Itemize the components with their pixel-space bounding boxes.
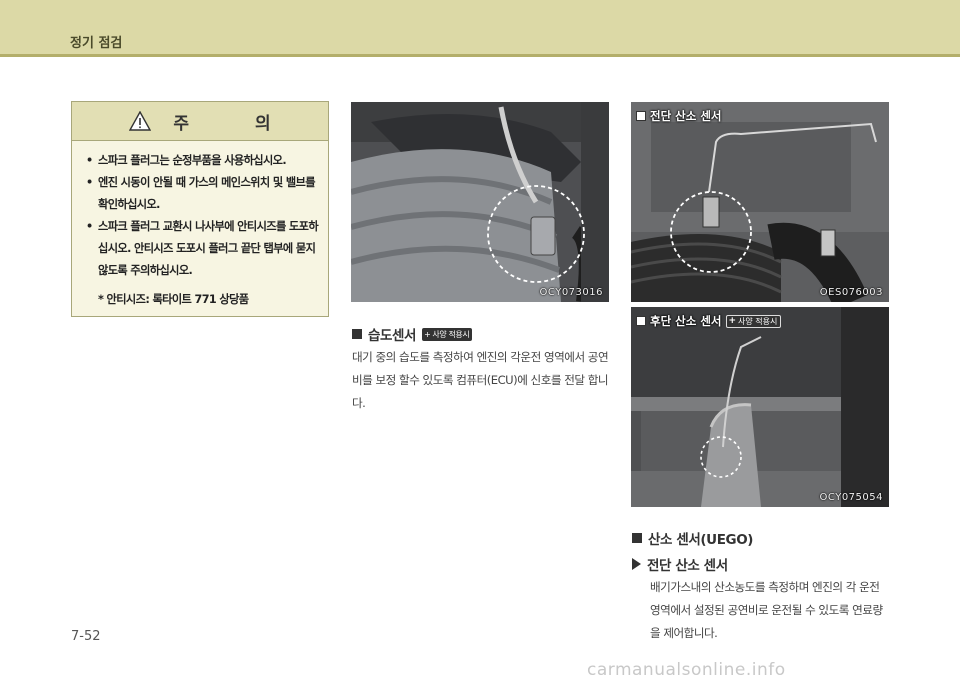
- front-sensor-illustration: [631, 102, 889, 302]
- rear-sensor-illustration: [631, 307, 889, 507]
- warning-icon: [129, 111, 152, 131]
- caution-note: * 안티시즈: 록타이트 771 상당품: [98, 293, 249, 306]
- photo-code: OCY075054: [819, 492, 883, 503]
- plus-icon: +: [728, 316, 737, 326]
- option-badge-label: 사양 적용시: [432, 329, 470, 339]
- label-square-icon: [636, 111, 646, 121]
- rear-oxygen-sensor-photo: 후단 산소 센서 + 사양 적용시 OCY075054: [631, 307, 889, 507]
- photo-code: OCY073016: [539, 287, 603, 298]
- header-rule: [0, 54, 960, 57]
- bullet-square-icon: [632, 533, 642, 543]
- humidity-title: 습도센서: [368, 328, 417, 344]
- option-badge: + 사양 적용시: [725, 314, 782, 328]
- front-sensor-label: 전단 산소 센서: [636, 108, 722, 124]
- triangle-bullet-icon: [632, 558, 641, 570]
- caution-item: 스파크 플러그는 순정부품을 사용하십시오.: [86, 150, 320, 172]
- caution-header: 주 의: [72, 102, 328, 141]
- option-badge: + 사양 적용시: [422, 327, 473, 341]
- oxygen-description: 배기가스내의 산소농도를 측정하며 엔진의 각 운전 영역에서 설정된 공연비로…: [650, 580, 883, 640]
- label-square-icon: [636, 316, 646, 326]
- caution-list: 스파크 플러그는 순정부품을 사용하십시오. 엔진 시동이 안될 때 가스의 메…: [72, 141, 328, 282]
- caution-item: 엔진 시동이 안될 때 가스의 메인스위치 및 밸브를 확인하십시오.: [86, 172, 320, 216]
- humidity-section-title: 습도센서 + 사양 적용시: [352, 324, 473, 344]
- front-sensor-label-text: 전단 산소 센서: [650, 109, 722, 123]
- plus-icon: +: [424, 329, 431, 339]
- oxygen-title: 산소 센서(UEGO): [648, 532, 754, 548]
- watermark: carmanualsonline.info: [587, 660, 786, 680]
- page-number: 7-52: [71, 629, 101, 644]
- engine-bay-illustration: [351, 102, 609, 302]
- photo-code: OES076003: [819, 287, 883, 298]
- oxygen-subsection-title: 전단 산소 센서: [632, 554, 728, 574]
- rear-sensor-label-text: 후단 산소 센서: [650, 314, 722, 328]
- front-oxygen-sensor-photo: 전단 산소 센서 OES076003: [631, 102, 889, 302]
- bullet-square-icon: [352, 329, 362, 339]
- humidity-sensor-photo: OCY073016: [351, 102, 609, 302]
- oxygen-section-title: 산소 센서(UEGO): [632, 528, 753, 548]
- header-title: 정기 점검: [70, 36, 123, 51]
- caution-item: 스파크 플러그 교환시 나사부에 안티시즈를 도포하십시오. 안티시즈 도포시 …: [86, 216, 320, 282]
- caution-title: 주 의: [173, 113, 301, 134]
- caution-box: 주 의 스파크 플러그는 순정부품을 사용하십시오. 엔진 시동이 안될 때 가…: [71, 101, 329, 317]
- page-header: 정기 점검: [0, 0, 960, 57]
- oxygen-subtitle: 전단 산소 센서: [647, 558, 728, 574]
- option-badge-label: 사양 적용시: [738, 316, 778, 326]
- humidity-description: 대기 중의 습도를 측정하여 엔진의 각운전 영역에서 공연비를 보정 할수 있…: [352, 350, 609, 410]
- rear-sensor-label: 후단 산소 센서 + 사양 적용시: [636, 313, 782, 329]
